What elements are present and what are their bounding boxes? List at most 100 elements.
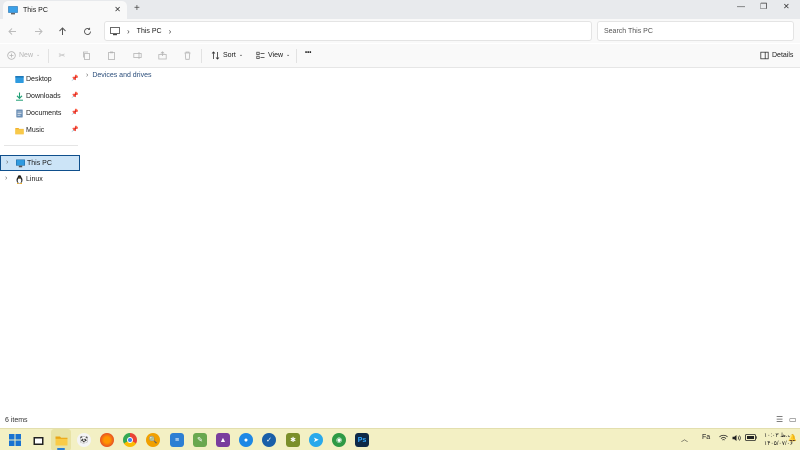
wifi-icon[interactable] bbox=[719, 434, 728, 444]
linux-penguin-icon bbox=[16, 175, 23, 184]
this-pc-icon bbox=[16, 159, 25, 168]
search-input[interactable]: Search This PC bbox=[597, 21, 794, 41]
paste-button[interactable] bbox=[106, 50, 119, 60]
view-button[interactable]: View ⌄ bbox=[255, 50, 290, 60]
divider bbox=[48, 49, 49, 63]
details-pane-icon bbox=[759, 50, 769, 60]
tiles-view-icon[interactable]: ▭ bbox=[789, 415, 797, 424]
item-count: 6 items bbox=[5, 417, 28, 424]
sidebar-item-label: Desktop bbox=[26, 76, 52, 83]
telegram-icon[interactable]: ➤ bbox=[309, 433, 323, 447]
music-folder-icon bbox=[15, 128, 24, 135]
chevron-right-icon[interactable]: › bbox=[6, 159, 8, 166]
desktop-folder-icon bbox=[15, 76, 24, 83]
address-bar[interactable]: › This PC › bbox=[104, 21, 592, 41]
sidebar-item-label: Downloads bbox=[26, 93, 61, 100]
computer-icon bbox=[110, 26, 120, 35]
details-view-icon[interactable]: ☰ bbox=[776, 415, 783, 424]
cut-button[interactable]: ✂ bbox=[57, 50, 70, 60]
more-options-button[interactable]: ••• bbox=[305, 50, 311, 56]
firefox-icon[interactable] bbox=[100, 433, 114, 447]
sidebar-item-documents[interactable]: Documents 📌 bbox=[0, 106, 80, 122]
chrome-icon[interactable] bbox=[123, 433, 137, 447]
pin-icon[interactable]: 📌 bbox=[71, 109, 78, 116]
group-header-devices[interactable]: › Devices and drives bbox=[86, 72, 151, 79]
app-icon[interactable]: ◉ bbox=[332, 433, 346, 447]
sidebar-item-this-pc[interactable]: › This PC bbox=[0, 155, 80, 171]
sidebar-item-downloads[interactable]: Downloads 📌 bbox=[0, 89, 80, 105]
chevron-down-icon: ⌄ bbox=[36, 52, 41, 58]
command-bar: New ⌄ ✂ Sort ⌄ View ⌄ ••• Details bbox=[0, 44, 800, 68]
sidebar-item-label: Documents bbox=[26, 110, 62, 117]
details-button[interactable]: Details bbox=[759, 50, 793, 60]
arrow-up-icon bbox=[58, 26, 66, 35]
paste-icon bbox=[106, 50, 116, 60]
chevron-down-icon: ⌄ bbox=[238, 52, 244, 58]
rename-button[interactable] bbox=[132, 50, 145, 60]
sidebar-item-music[interactable]: Music 📌 bbox=[0, 123, 80, 139]
app-icon[interactable]: ● bbox=[239, 433, 253, 447]
pin-icon[interactable]: 📌 bbox=[71, 92, 78, 99]
refresh-icon bbox=[83, 27, 91, 35]
app-icon[interactable]: 🐼 bbox=[77, 433, 91, 447]
forward-button[interactable] bbox=[31, 24, 45, 38]
new-label: New bbox=[19, 51, 34, 59]
volume-icon[interactable] bbox=[732, 434, 741, 444]
tab-this-pc[interactable]: This PC ✕ bbox=[3, 1, 127, 19]
battery-icon[interactable] bbox=[745, 434, 757, 443]
title-bar: This PC ✕ + — ❐ ✕ bbox=[0, 0, 800, 19]
breadcrumb-this-pc[interactable]: This PC bbox=[137, 28, 162, 35]
chevron-right-icon[interactable]: › bbox=[169, 27, 172, 36]
view-icon bbox=[255, 50, 265, 60]
pin-icon[interactable]: 📌 bbox=[71, 126, 78, 133]
sidebar-item-desktop[interactable]: Desktop 📌 bbox=[0, 72, 80, 88]
chevron-up-icon[interactable]: ︿ bbox=[681, 434, 688, 444]
back-button[interactable] bbox=[5, 24, 19, 38]
downloads-folder-icon bbox=[16, 92, 23, 101]
plus-circle-icon bbox=[6, 50, 16, 60]
divider bbox=[296, 49, 297, 63]
maximize-button[interactable]: ❐ bbox=[760, 2, 767, 11]
search-placeholder: Search This PC bbox=[604, 27, 653, 35]
chevron-down-icon: ⌄ bbox=[286, 52, 291, 58]
app-icon[interactable]: ✎ bbox=[193, 433, 207, 447]
tab-title: This PC bbox=[23, 6, 48, 14]
sidebar-divider bbox=[4, 145, 78, 146]
taskview-icon[interactable] bbox=[31, 433, 45, 447]
new-tab-button[interactable]: + bbox=[134, 3, 140, 14]
new-button[interactable]: New ⌄ bbox=[6, 50, 40, 60]
file-explorer-icon[interactable] bbox=[54, 433, 68, 447]
group-header-label: Devices and drives bbox=[92, 72, 152, 79]
arrow-right-icon bbox=[34, 27, 43, 35]
app-icon[interactable]: ✓ bbox=[262, 433, 276, 447]
sidebar-item-linux[interactable]: › Linux bbox=[0, 172, 80, 188]
content-area[interactable]: › Devices and drives bbox=[82, 68, 800, 412]
copy-icon bbox=[81, 50, 91, 60]
app-icon[interactable]: ▲ bbox=[216, 433, 230, 447]
tab-close-icon[interactable]: ✕ bbox=[114, 5, 121, 14]
app-icon[interactable]: ✱ bbox=[286, 433, 300, 447]
sort-icon bbox=[210, 50, 220, 60]
share-icon bbox=[157, 50, 167, 60]
navigation-pane: Desktop 📌 Downloads 📌 Documents 📌 Music … bbox=[0, 68, 82, 412]
up-button[interactable] bbox=[55, 24, 69, 38]
delete-button[interactable] bbox=[182, 50, 195, 60]
sidebar-item-label: This PC bbox=[27, 160, 52, 167]
computer-icon bbox=[8, 5, 18, 14]
search-app-icon[interactable]: 🔍 bbox=[146, 433, 160, 447]
share-button[interactable] bbox=[157, 50, 170, 60]
photoshop-icon[interactable]: Ps bbox=[355, 433, 369, 447]
sort-button[interactable]: Sort ⌄ bbox=[210, 50, 243, 60]
rename-icon bbox=[132, 50, 142, 60]
language-indicator[interactable]: Fa bbox=[702, 434, 710, 441]
close-window-button[interactable]: ✕ bbox=[783, 2, 790, 11]
copy-button[interactable] bbox=[81, 50, 94, 60]
start-icon[interactable] bbox=[8, 433, 22, 447]
chevron-right-icon[interactable]: › bbox=[5, 175, 7, 182]
minimize-button[interactable]: — bbox=[737, 2, 745, 11]
notification-bell-icon[interactable]: 🔔 bbox=[788, 434, 797, 442]
chevron-right-icon[interactable]: › bbox=[86, 72, 88, 79]
refresh-button[interactable] bbox=[80, 24, 94, 38]
pin-icon[interactable]: 📌 bbox=[71, 75, 78, 82]
notepad-icon[interactable]: ≡ bbox=[170, 433, 184, 447]
